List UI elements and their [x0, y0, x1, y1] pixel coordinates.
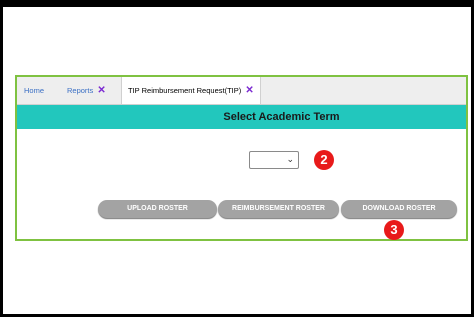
tab-tip-reimbursement[interactable]: TIP Reimbursement Request(TIP) ✕ — [121, 77, 261, 104]
reimbursement-roster-button[interactable]: REIMBURSEMENT ROSTER — [218, 200, 339, 218]
tab-bar: Home Reports ✕ TIP Reimbursement Request… — [17, 77, 466, 105]
close-icon[interactable]: ✕ — [97, 85, 105, 96]
tab-home[interactable]: Home — [24, 77, 44, 104]
tip-panel: Home Reports ✕ TIP Reimbursement Request… — [15, 75, 468, 241]
tab-reports[interactable]: Reports ✕ — [67, 77, 106, 104]
tab-reports-label: Reports — [67, 86, 94, 95]
step-2-badge: 2 — [314, 150, 334, 170]
chevron-down-icon: ⌄ — [286, 154, 294, 164]
section-header: Select Academic Term — [17, 105, 466, 129]
download-roster-button[interactable]: DOWNLOAD ROSTER — [341, 200, 457, 218]
tab-tip-label: TIP Reimbursement Request(TIP) — [128, 86, 242, 95]
upload-roster-button[interactable]: UPLOAD ROSTER — [98, 200, 217, 218]
academic-term-select[interactable]: ⌄ — [249, 151, 299, 169]
page-title: Select Academic Term — [223, 111, 340, 123]
close-icon[interactable]: ✕ — [245, 85, 253, 96]
step-3-badge: 3 — [384, 220, 404, 240]
